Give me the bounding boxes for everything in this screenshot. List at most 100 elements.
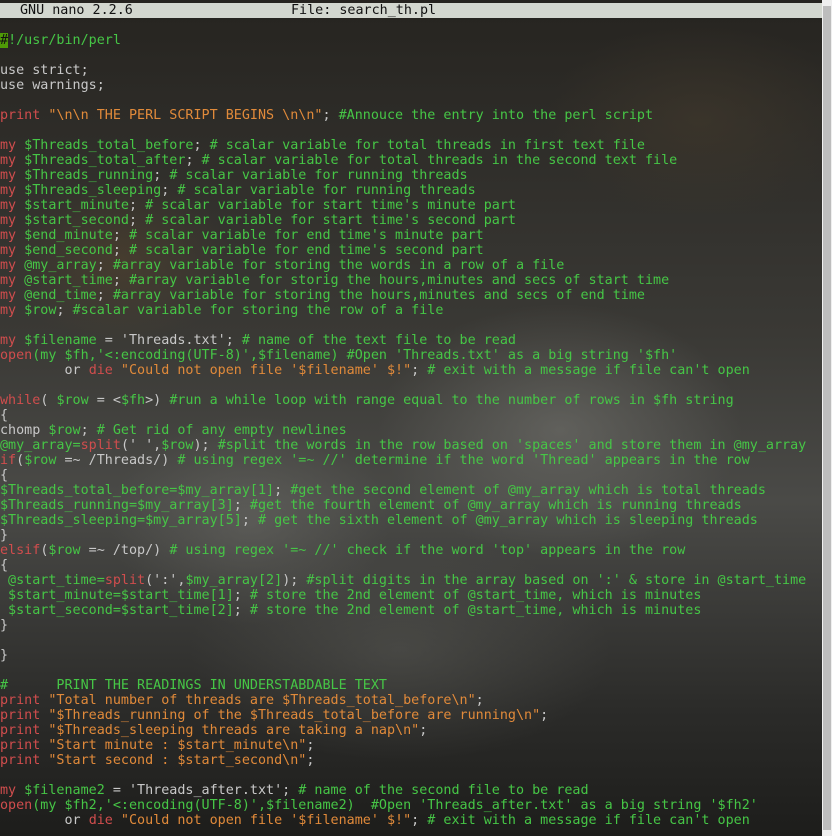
scrollbar[interactable] <box>822 0 832 836</box>
code-token: $start_second <box>16 213 129 228</box>
code-line: my @my_array; #array variable for storin… <box>0 258 822 273</box>
code-token: $row <box>48 543 81 558</box>
code-line: my $Threads_total_after; # scalar variab… <box>0 153 822 168</box>
code-line: @start_time=split(':',$my_array[2]); #sp… <box>0 573 822 588</box>
code-line: { <box>0 408 822 423</box>
code-token: $fh <box>120 393 146 408</box>
code-line: or die "Could not open file '$filename' … <box>0 363 822 378</box>
code-token: ; <box>193 138 210 153</box>
editor-version: GNU nano 2.2.6 <box>20 3 133 18</box>
code-token: open <box>0 348 33 363</box>
code-line: my $end_second; # scalar variable for en… <box>0 243 822 258</box>
code-token: @my_array <box>16 258 97 273</box>
code-token: @start_time <box>16 273 113 288</box>
code-token: $Threads_total_before <box>16 138 194 153</box>
code-token: "Total number of threads are $Threads_to… <box>40 693 476 708</box>
code-token: @my_array= <box>0 438 81 453</box>
code-line: chomp $row; # Get rid of any empty newli… <box>0 423 822 438</box>
code-token: my <box>0 258 17 273</box>
code-token: ( <box>40 393 57 408</box>
code-token: print <box>0 693 41 708</box>
code-token: my <box>0 168 17 183</box>
code-token: #Open 'Threads.txt' as a big string '$fh… <box>346 348 678 363</box>
code-token: # name of the text file to be read <box>241 333 516 348</box>
code-token: ; <box>112 228 129 243</box>
code-token: ; <box>233 588 250 603</box>
code-token: ; <box>306 738 315 753</box>
code-token: "Start second : $start_second\n" <box>40 753 307 768</box>
code-token: ( <box>16 453 25 468</box>
code-token: # scalar variable for end time's second … <box>129 243 484 258</box>
code-line: print "Start minute : $start_minute\n"; <box>0 738 822 753</box>
code-line: my @end_time; #array variable for storin… <box>0 288 822 303</box>
code-token: #Open 'Threads_after.txt' as a big strin… <box>370 798 758 813</box>
code-token: (':', <box>145 573 186 588</box>
code-token: # scalar variable for running threads <box>169 168 468 183</box>
code-token: >) <box>145 393 170 408</box>
file-name: File: search_th.pl <box>291 3 437 18</box>
code-token: $filename <box>16 333 97 348</box>
code-token: ; <box>129 213 146 228</box>
code-token: my <box>0 243 17 258</box>
code-token: # exit with a message if file can't open <box>427 813 750 828</box>
code-line: print "$Threads_running of the $Threads_… <box>0 708 822 723</box>
code-token: !/usr/bin/perl <box>8 33 121 48</box>
code-token: #get the fourth element of @my_array whi… <box>249 498 742 513</box>
code-token: $row <box>56 393 89 408</box>
code-line: my $Threads_running; # scalar variable f… <box>0 168 822 183</box>
code-token: ; <box>112 273 129 288</box>
code-token: split <box>104 573 146 588</box>
code-token: my <box>0 783 17 798</box>
code-token: "$Threads_running of the $Threads_total_… <box>40 708 541 723</box>
code-line: } <box>0 618 822 633</box>
code-token: my <box>0 303 17 318</box>
code-token: $Threads_sleeping <box>16 183 162 198</box>
code-token: ; <box>306 753 315 768</box>
code-token: (' ', <box>120 438 162 453</box>
scrollbar-thumb[interactable] <box>823 6 831 830</box>
code-token: # store the 2nd element of @start_time, … <box>249 588 702 603</box>
code-line: my @start_time; #array variable for stor… <box>0 273 822 288</box>
code-token: =~ /top/) <box>80 543 170 558</box>
code-token: ; <box>185 153 202 168</box>
code-line: { <box>0 468 822 483</box>
code-token: ; <box>322 108 339 123</box>
code-token: (my $fh2,'<:encoding(UTF-8)',$filename2) <box>32 798 371 813</box>
code-token: # name of the second file to be read <box>298 783 589 798</box>
code-line: $start_second=$start_time[2]; # store th… <box>0 603 822 618</box>
code-line: print "Start second : $start_second\n"; <box>0 753 822 768</box>
code-token: print <box>0 738 41 753</box>
code-token: { <box>0 558 9 573</box>
code-token: "Could not open file '$filename' $!" <box>112 813 412 828</box>
code-token: #scalar variable for storing the row of … <box>72 303 444 318</box>
code-line: open(my $fh2,'<:encoding(UTF-8)',$filena… <box>0 798 822 813</box>
code-token: @start_time= <box>0 573 105 588</box>
code-editor[interactable]: #!/usr/bin/perl use strict; use warnings; p… <box>0 33 822 833</box>
code-line: my $row; #scalar variable for storing th… <box>0 303 822 318</box>
code-token: my <box>0 288 17 303</box>
code-line: $Threads_sleeping=$my_array[5]; # get th… <box>0 513 822 528</box>
code-token: ; <box>411 813 428 828</box>
code-token: $row <box>24 453 57 468</box>
code-token: ; <box>233 498 250 513</box>
code-line: $start_minute=$start_time[1]; # store th… <box>0 588 822 603</box>
code-line: my $start_minute; # scalar variable for … <box>0 198 822 213</box>
code-token: use warnings; <box>0 78 105 93</box>
code-token: $end_minute <box>16 228 113 243</box>
code-token: # scalar variable for start time's secon… <box>145 213 516 228</box>
code-line: print "\n\n THE PERL SCRIPT BEGINS \n\n"… <box>0 108 822 123</box>
code-token: ; <box>161 183 178 198</box>
code-token: $row <box>161 438 194 453</box>
code-token: print <box>0 708 41 723</box>
code-token: #run a while loop with range equal to th… <box>169 393 734 408</box>
code-token: # exit with a message if file can't open <box>427 363 750 378</box>
code-token: open <box>0 798 33 813</box>
code-token: $end_second <box>16 243 113 258</box>
code-token: my <box>0 273 17 288</box>
code-token: @end_time <box>16 288 97 303</box>
code-token: $start_minute <box>16 198 129 213</box>
